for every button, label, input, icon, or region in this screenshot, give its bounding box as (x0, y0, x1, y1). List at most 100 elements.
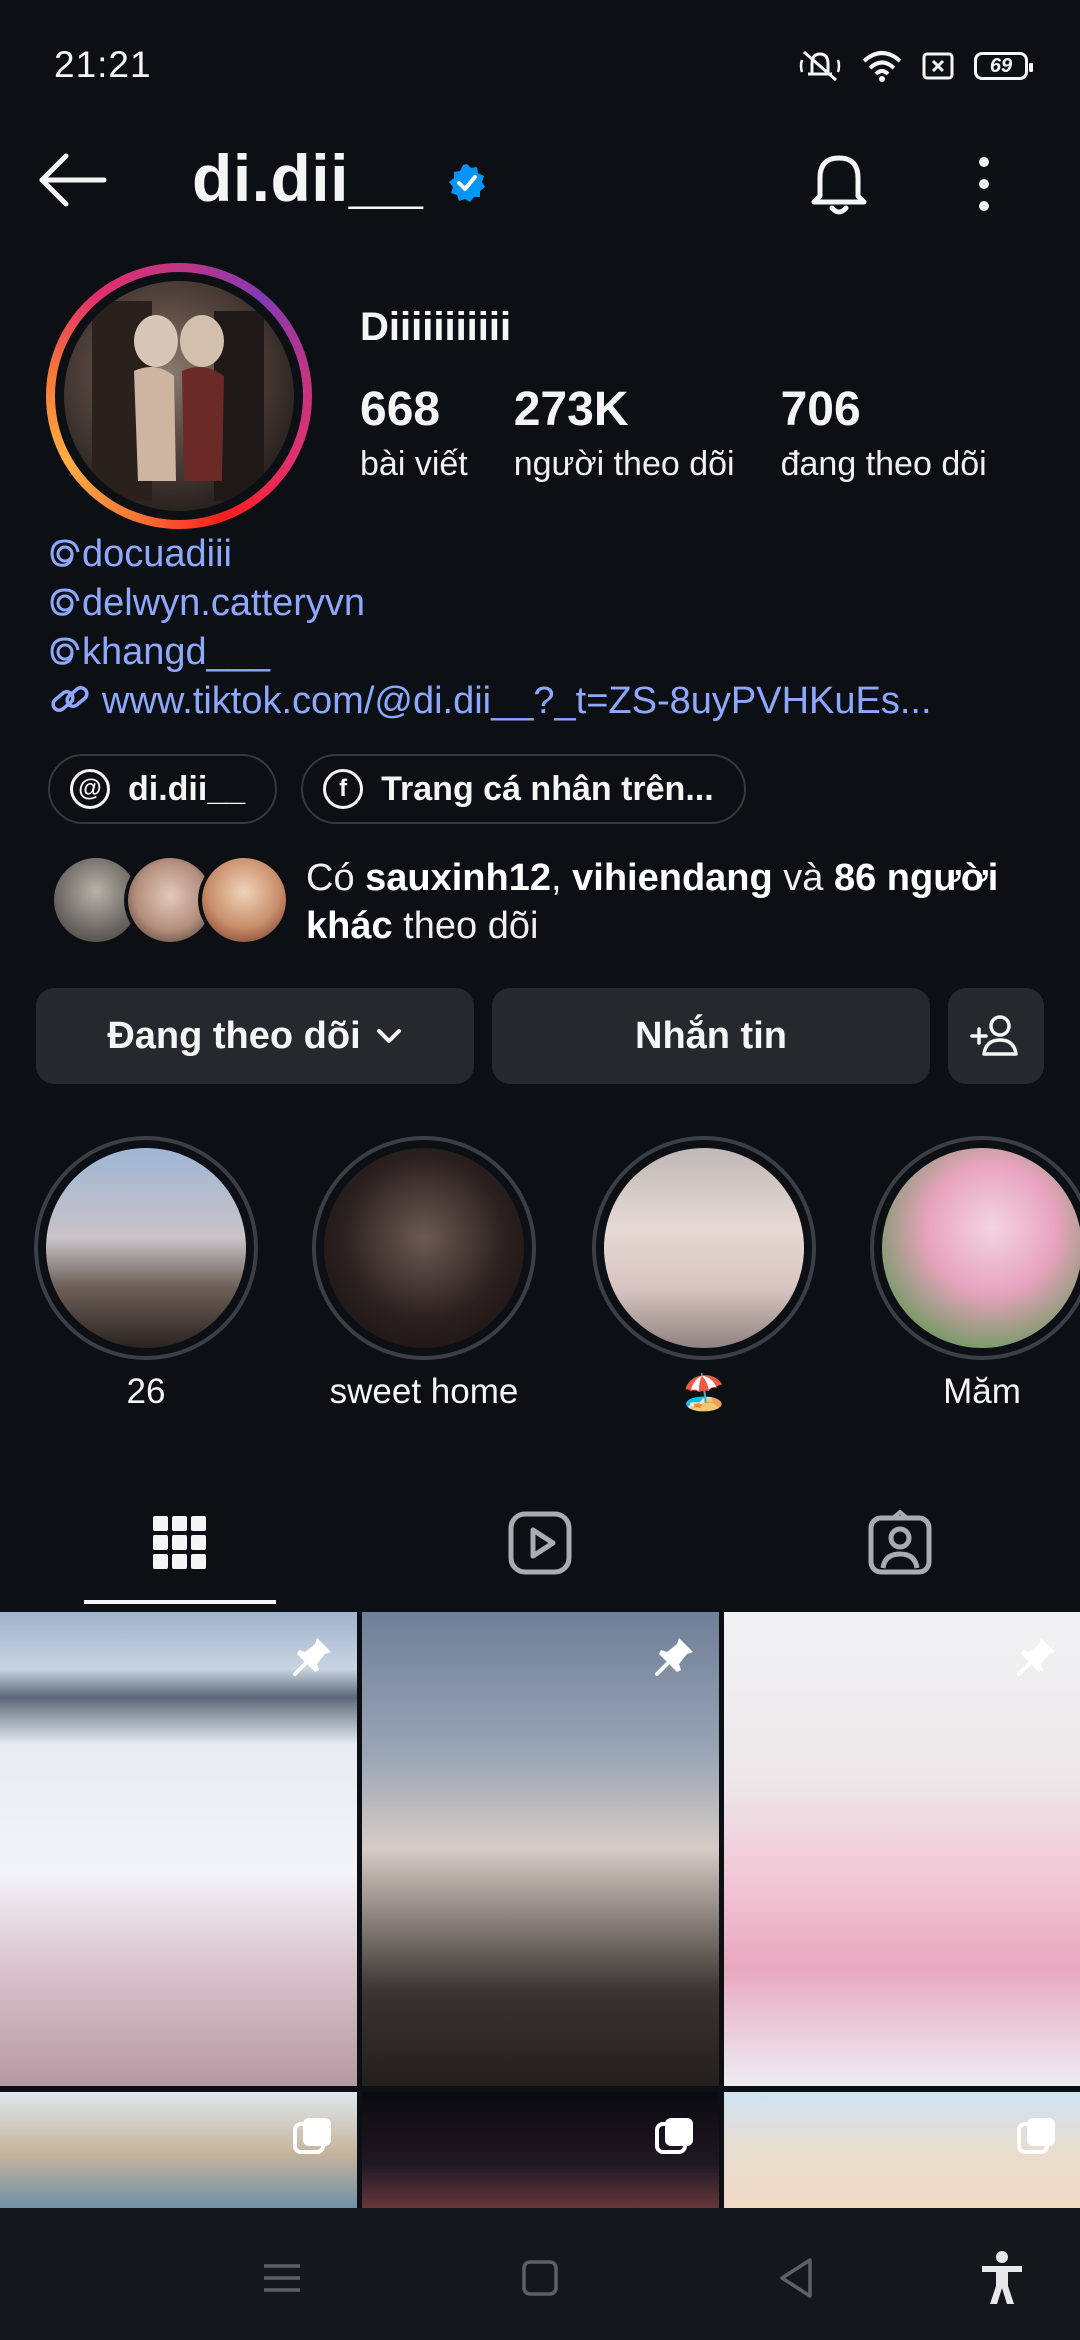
facebook-profile-chip[interactable]: f Trang cá nhân trên... (301, 754, 746, 824)
active-tab-indicator (84, 1600, 276, 1604)
nav-recents-button[interactable] (252, 2248, 312, 2308)
chevron-down-icon (376, 1029, 401, 1043)
post-thumbnail[interactable] (724, 2092, 1080, 2208)
top-bar: di.dii__ (0, 130, 1080, 230)
verified-badge-icon (449, 164, 485, 202)
highlight-cover (46, 1148, 246, 1348)
threads-profile-chip[interactable]: @ di.dii__ (48, 754, 278, 824)
bio-website-text: www.tiktok.com/@di.dii__?_t=ZS-8uyPVHKuE… (102, 680, 932, 722)
profile-username: di.dii__ (192, 141, 424, 215)
tab-posts-grid[interactable] (80, 1480, 280, 1606)
wifi-icon (862, 51, 902, 82)
battery-icon: 69 (974, 52, 1033, 80)
post-thumbnail[interactable] (724, 1612, 1080, 2086)
stat-following-value: 706 (780, 383, 861, 436)
linked-profiles: @ di.dii__ f Trang cá nhân trên... (48, 754, 746, 824)
stat-followers[interactable]: 273K người theo dõi (514, 385, 735, 484)
profile-actions: Đang theo dõi Nhắn tin (36, 988, 1044, 1084)
stat-followers-label: người theo dõi (513, 445, 735, 483)
threads-chip-label: di.dii__ (128, 769, 246, 808)
carousel-icon (293, 2118, 331, 2154)
stat-posts-label: bài viết (360, 445, 468, 483)
following-button-label: Đang theo dõi (107, 1014, 361, 1057)
back-arrow-icon[interactable] (36, 150, 108, 210)
status-time: 21:21 (54, 44, 152, 85)
status-bar: 21:21 69 (0, 0, 1080, 130)
nav-home-button[interactable] (510, 2248, 570, 2308)
link-icon (51, 686, 89, 712)
square-icon (522, 2260, 558, 2296)
followed-by-preview[interactable]: Có sauxinh12, vihiendang và 86 người khá… (50, 852, 1050, 952)
grid-icon (153, 1516, 206, 1569)
highlight-item[interactable]: 🏖️ (592, 1136, 816, 1413)
pin-icon (655, 1638, 693, 1676)
pin-icon (293, 1638, 331, 1676)
highlight-cover (324, 1148, 524, 1348)
highlight-label: Măm (943, 1372, 1021, 1411)
profile-stats: 668 bài viết 273K người theo dõi 706 đan… (360, 385, 1033, 484)
stat-following[interactable]: 706 đang theo dõi (781, 385, 987, 484)
system-nav-bar (0, 2208, 1080, 2340)
reels-icon (508, 1511, 572, 1575)
bio-website-link[interactable]: www.tiktok.com/@di.dii__?_t=ZS-8uyPVHKuE… (48, 677, 932, 726)
post-thumbnail[interactable] (0, 1612, 357, 2086)
more-options-icon[interactable] (962, 152, 1006, 216)
avatar-photo (64, 281, 294, 511)
tagged-icon (868, 1510, 932, 1575)
suggested-people-button[interactable] (948, 988, 1044, 1084)
post-thumbnail[interactable] (362, 1612, 719, 2086)
threads-at-icon (50, 637, 80, 665)
follower-avatar-3 (198, 854, 290, 946)
menu-lines-icon (264, 2264, 300, 2292)
post-thumbnail[interactable] (362, 2092, 719, 2208)
threads-at-icon (50, 539, 80, 567)
following-button[interactable]: Đang theo dõi (36, 988, 474, 1084)
triangle-back-icon (780, 2258, 812, 2298)
tab-tagged[interactable] (800, 1480, 1000, 1606)
stat-posts[interactable]: 668 bài viết (360, 385, 468, 484)
stat-following-label: đang theo dõi (780, 445, 987, 483)
profile-tabs (0, 1480, 1080, 1606)
status-icons: 69 (798, 46, 1033, 86)
pin-icon (1017, 1638, 1055, 1676)
nav-accessibility-button[interactable] (972, 2248, 1032, 2308)
posts-grid (0, 1612, 1080, 2208)
stat-followers-value: 273K (513, 383, 629, 436)
carousel-icon (655, 2118, 693, 2154)
nav-back-button[interactable] (766, 2248, 826, 2308)
mute-bell-icon (799, 50, 841, 82)
stat-posts-value: 668 (360, 383, 441, 436)
highlight-label: 🏖️ (682, 1373, 726, 1412)
message-button[interactable]: Nhắn tin (492, 988, 930, 1084)
profile-avatar[interactable] (46, 263, 312, 529)
profile-display-name: Diiiiiiiiiii (360, 305, 512, 349)
post-thumbnail[interactable] (0, 2092, 357, 2208)
highlight-label: 26 (126, 1372, 166, 1411)
bio-links: docuadiii delwyn.catteryvn khangd___ www… (48, 530, 932, 726)
tab-reels[interactable] (440, 1480, 640, 1606)
add-person-icon (970, 1015, 1018, 1056)
followed-by-text: Có sauxinh12, vihiendang và 86 người khá… (306, 857, 999, 947)
story-highlights: 26 sweet home 🏖️ Măm (0, 1136, 1080, 1426)
carousel-icon (1017, 2118, 1055, 2154)
highlight-label: sweet home (329, 1372, 519, 1411)
bio-mention-3[interactable]: khangd___ (48, 628, 932, 677)
facebook-icon: f (323, 769, 364, 809)
highlight-item[interactable]: sweet home (312, 1136, 536, 1412)
facebook-chip-label: Trang cá nhân trên... (381, 769, 714, 808)
threads-icon: @ (70, 769, 110, 809)
message-button-label: Nhắn tin (635, 1014, 787, 1057)
accessibility-icon (982, 2251, 1022, 2304)
bio-mention-1[interactable]: docuadiii (48, 530, 932, 579)
sim-error-icon (922, 52, 954, 80)
highlight-item[interactable]: Măm (870, 1136, 1080, 1412)
bio-mention-2[interactable]: delwyn.catteryvn (48, 579, 932, 628)
highlight-item[interactable]: 26 (34, 1136, 258, 1412)
notification-bell-icon[interactable] (806, 148, 872, 218)
bio-mention-3-text: khangd___ (82, 631, 271, 673)
threads-at-icon (50, 588, 80, 616)
highlight-cover (882, 1148, 1080, 1348)
highlight-cover (604, 1148, 804, 1348)
bio-mention-1-text: docuadiii (82, 533, 232, 575)
bio-mention-2-text: delwyn.catteryvn (82, 582, 366, 624)
